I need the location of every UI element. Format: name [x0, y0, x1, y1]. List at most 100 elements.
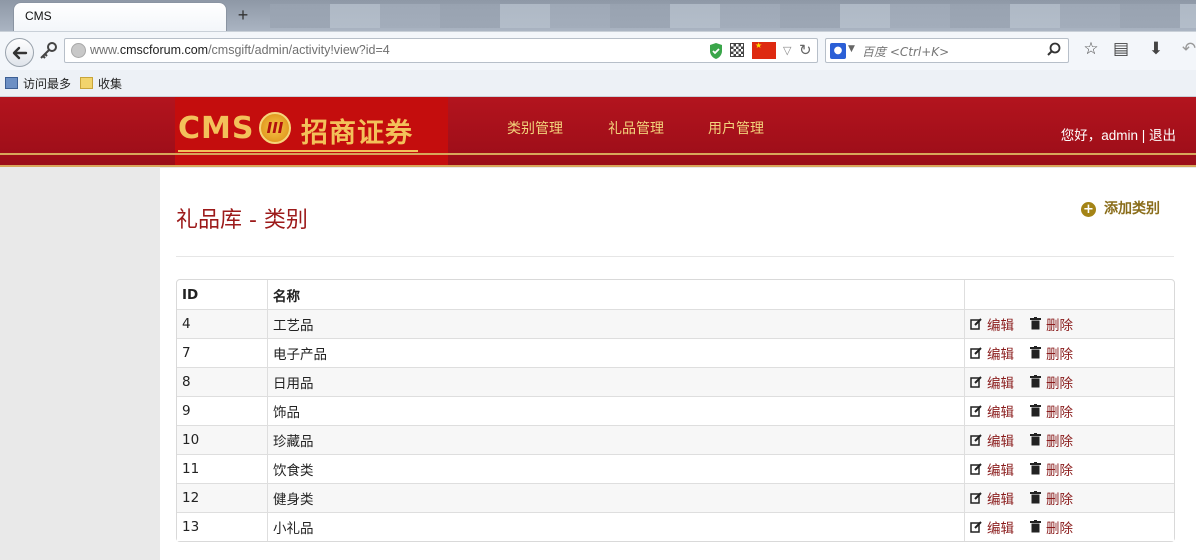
logo-brand-text: 招商证券: [301, 118, 413, 149]
shield-icon[interactable]: [708, 42, 724, 60]
edit-icon: [970, 347, 982, 359]
key-icon[interactable]: [38, 42, 58, 60]
cell-id: 8: [177, 367, 267, 396]
delete-link[interactable]: 删除: [1030, 401, 1073, 421]
trash-icon: [1030, 462, 1041, 475]
edit-link[interactable]: 编辑: [970, 401, 1014, 421]
browser-tab[interactable]: CMS: [13, 2, 227, 31]
reload-icon[interactable]: ↻: [799, 41, 812, 59]
folder-icon: [80, 77, 93, 89]
edit-label: 编辑: [987, 376, 1014, 393]
delete-link[interactable]: 删除: [1030, 430, 1073, 450]
back-button[interactable]: [5, 38, 34, 67]
delete-link[interactable]: 删除: [1030, 314, 1073, 334]
search-bar[interactable]: ● ▼ 百度 <Ctrl+K>: [825, 38, 1069, 63]
edit-link[interactable]: 编辑: [970, 314, 1014, 334]
cell-id: 12: [177, 483, 267, 512]
edit-link[interactable]: 编辑: [970, 372, 1014, 392]
edit-link[interactable]: 编辑: [970, 430, 1014, 450]
cell-name: 电子产品: [267, 338, 964, 367]
edit-link[interactable]: 编辑: [970, 488, 1014, 508]
cell-actions: 编辑 删除: [964, 454, 1174, 483]
cell-name: 饮食类: [267, 454, 964, 483]
china-flag-icon[interactable]: ★: [752, 42, 776, 59]
tab-title: CMS: [25, 9, 52, 23]
search-placeholder: 百度 <Ctrl+K>: [862, 45, 950, 59]
brand-logo[interactable]: CMS III 招商证券: [175, 97, 448, 165]
delete-label: 删除: [1046, 520, 1073, 537]
cell-actions: 编辑 删除: [964, 512, 1174, 541]
table-row: 7 电子产品 编辑 删除: [177, 338, 1174, 367]
edit-icon: [970, 376, 982, 388]
delete-link[interactable]: 删除: [1030, 343, 1073, 363]
nav-user-management[interactable]: 用户管理: [708, 118, 764, 138]
trash-icon: [1030, 491, 1041, 504]
bookmark-star-icon[interactable]: ☆: [1082, 40, 1100, 58]
cell-id: 4: [177, 309, 267, 338]
delete-label: 删除: [1046, 462, 1073, 479]
logo-badge-icon: III: [259, 112, 291, 144]
delete-label: 删除: [1046, 433, 1073, 450]
add-category-button[interactable]: + 添加类别: [1081, 198, 1160, 218]
edit-icon: [970, 492, 982, 504]
table-row: 10 珍藏品 编辑 删除: [177, 425, 1174, 454]
edit-link[interactable]: 编辑: [970, 343, 1014, 363]
bookmark-collect[interactable]: 收集: [80, 75, 122, 92]
search-engine-dropdown-icon[interactable]: ▼: [848, 44, 855, 54]
delete-link[interactable]: 删除: [1030, 517, 1073, 537]
cell-id: 10: [177, 425, 267, 454]
column-header-id: ID: [182, 286, 199, 303]
nav-gift-management[interactable]: 礼品管理: [608, 118, 664, 138]
cell-id: 11: [177, 454, 267, 483]
edit-icon: [970, 521, 982, 533]
cell-name: 日用品: [267, 367, 964, 396]
user-greeting[interactable]: 您好，admin | 退出: [1061, 124, 1176, 144]
cell-actions: 编辑 删除: [964, 338, 1174, 367]
back-arrow-icon: [12, 46, 28, 60]
table-row: 4 工艺品 编辑 删除: [177, 309, 1174, 338]
divider: [176, 256, 1174, 257]
nav-category-management[interactable]: 类别管理: [507, 118, 563, 138]
edit-label: 编辑: [987, 463, 1014, 480]
delete-label: 删除: [1046, 317, 1073, 334]
bookmarks-menu-icon[interactable]: ▤: [1112, 40, 1130, 58]
edit-label: 编辑: [987, 347, 1014, 364]
new-tab-button[interactable]: +: [233, 5, 253, 25]
table-row: 8 日用品 编辑 删除: [177, 367, 1174, 396]
edit-icon: [970, 434, 982, 446]
cell-actions: 编辑 删除: [964, 367, 1174, 396]
plus-circle-icon: +: [1081, 202, 1096, 217]
trash-icon: [1030, 346, 1041, 359]
cell-name: 珍藏品: [267, 425, 964, 454]
download-icon[interactable]: ⬇: [1147, 40, 1165, 58]
edit-icon: [970, 463, 982, 475]
edit-icon: [970, 405, 982, 417]
baidu-paw-icon[interactable]: ●: [830, 43, 846, 59]
bookmark-most-visited[interactable]: 访问最多: [5, 75, 71, 92]
column-header-name: 名称: [267, 280, 964, 309]
cell-name: 健身类: [267, 483, 964, 512]
edit-link[interactable]: 编辑: [970, 459, 1014, 479]
column-header-actions: [964, 280, 1174, 309]
cell-actions: 编辑 删除: [964, 309, 1174, 338]
delete-label: 删除: [1046, 491, 1073, 508]
edit-label: 编辑: [987, 521, 1014, 538]
dropdown-arrow-icon[interactable]: ▽: [783, 44, 791, 57]
site-header: CMS III 招商证券 类别管理 礼品管理 用户管理 您好，admin | 退…: [0, 97, 1196, 167]
table-row: 11 饮食类 编辑 删除: [177, 454, 1174, 483]
address-bar[interactable]: www.cmscforum.com/cmsgift/admin/activity…: [64, 38, 818, 63]
bookmarks-bar: 访问最多 收集: [0, 70, 1196, 97]
delete-link[interactable]: 删除: [1030, 488, 1073, 508]
delete-label: 删除: [1046, 346, 1073, 363]
edit-label: 编辑: [987, 405, 1014, 422]
edit-link[interactable]: 编辑: [970, 517, 1014, 537]
cell-id: 7: [177, 338, 267, 367]
home-icon[interactable]: ↶: [1180, 40, 1196, 58]
delete-link[interactable]: 删除: [1030, 459, 1073, 479]
cell-id: 9: [177, 396, 267, 425]
delete-link[interactable]: 删除: [1030, 372, 1073, 392]
qr-code-icon[interactable]: [730, 43, 744, 57]
delete-label: 删除: [1046, 404, 1073, 421]
page-title: 礼品库 - 类别: [176, 208, 308, 233]
search-icon[interactable]: [1046, 42, 1062, 58]
